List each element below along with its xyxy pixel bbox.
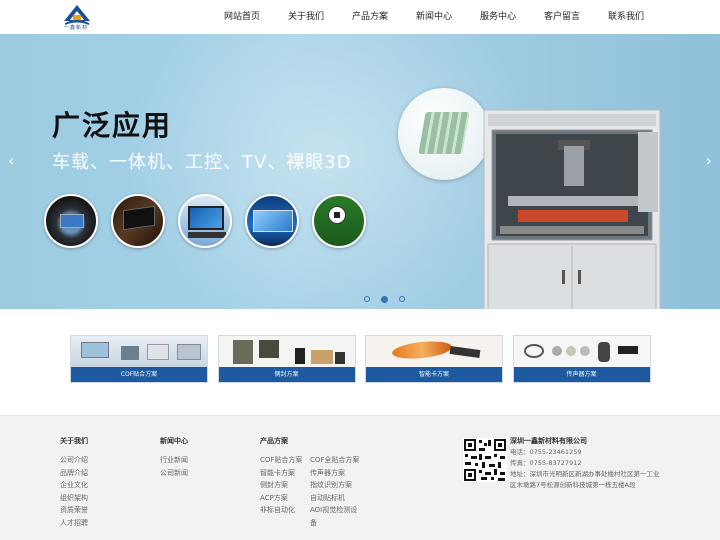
application-circles (44, 194, 379, 248)
product-card-label: 传声器方案 (513, 367, 650, 382)
product-card-microphone[interactable]: 传声器方案 (512, 335, 651, 383)
footer-about-column: 关于我们 公司介绍 品牌介绍 企业文化 组织架构 资质荣誉 人才招聘 (60, 436, 88, 529)
footer-link[interactable]: COF贴合方案 (260, 454, 302, 467)
site-header: 一鑫新材 网站首页 关于我们 产品方案 新闻中心 服务中心 客户留言 联系我们 (0, 0, 720, 34)
footer-link[interactable]: COF全贴合方案 (310, 454, 359, 467)
banner-dot-3[interactable] (399, 296, 405, 302)
side-seal-product-image (218, 336, 355, 367)
footer-link[interactable]: 资质荣誉 (60, 504, 88, 517)
company-phone: 电话：0755-23461259 (510, 448, 582, 456)
hero-banner: 广泛应用 车载、一体机、工控、TV、裸眼3D ‹ › (0, 34, 720, 309)
main-nav: 网站首页 关于我们 产品方案 新闻中心 服务中心 客户留言 联系我们 (210, 0, 658, 34)
company-address: 地址：深圳市光明新区新湖办事处楼村社区第一工业区木墩路7号松源创新科技城第一栋五… (510, 470, 660, 489)
nav-news[interactable]: 新闻中心 (402, 0, 466, 34)
footer-link[interactable]: 自动贴标机 (310, 492, 359, 505)
nav-products[interactable]: 产品方案 (338, 0, 402, 34)
footer-link[interactable]: 品牌介绍 (60, 467, 88, 480)
car-dashboard-image (44, 194, 98, 248)
banner-title: 广泛应用 (52, 109, 173, 142)
footer-link[interactable]: 侧封方案 (260, 479, 302, 492)
site-footer: 关于我们 公司介绍 品牌介绍 企业文化 组织架构 资质荣誉 人才招聘 新闻中心 … (0, 415, 720, 540)
footer-link[interactable]: 传声器方案 (310, 467, 359, 480)
footer-link[interactable]: 组织架构 (60, 492, 88, 505)
logo-caption: 一鑫新材 (64, 25, 89, 31)
nav-about[interactable]: 关于我们 (274, 0, 338, 34)
nav-service[interactable]: 服务中心 (466, 0, 530, 34)
banner-dot-2[interactable] (381, 296, 388, 303)
banner-prev-arrow[interactable]: ‹ (8, 151, 14, 170)
product-card-label: 侧封方案 (218, 367, 355, 382)
product-card-label: COF贴合方案 (71, 367, 207, 382)
footer-link[interactable]: 企业文化 (60, 479, 88, 492)
footer-solutions-title: 产品方案 (260, 437, 288, 445)
footer-link[interactable]: 公司新闻 (160, 467, 188, 480)
banner-pagination (364, 296, 416, 303)
footer-link[interactable]: 行业新闻 (160, 454, 188, 467)
qr-code (463, 438, 507, 482)
bonding-machine-image (483, 109, 661, 309)
company-name: 深圳一鑫新材料有限公司 (510, 437, 587, 445)
footer-solutions-column-2: COF全贴合方案 传声器方案 指纹识别方案 自动贴标机 AOI视觉检测设 备 (310, 454, 359, 529)
windows-monitor-image (178, 194, 232, 248)
banner-subtitle: 车载、一体机、工控、TV、裸眼3D (52, 152, 352, 173)
product-solutions: COF贴合方案 侧封方案 智能卡方案 传声器方案 (70, 335, 660, 383)
footer-link[interactable]: ACP方案 (260, 492, 302, 505)
film-sample-bubble (398, 88, 490, 180)
soccer-3d-tv-image (312, 194, 366, 248)
microphone-product-image (513, 336, 650, 367)
banner-next-arrow[interactable]: › (706, 151, 712, 170)
nav-home[interactable]: 网站首页 (210, 0, 274, 34)
footer-solutions-column: 产品方案 COF贴合方案 智能卡方案 侧封方案 ACP方案 非标自动化 (260, 436, 302, 517)
product-card-cof[interactable]: COF贴合方案 (70, 335, 208, 383)
smart-card-product-image (366, 336, 502, 367)
footer-link[interactable]: 非标自动化 (260, 504, 302, 517)
product-card-label: 智能卡方案 (366, 367, 502, 382)
nav-contact[interactable]: 联系我们 (594, 0, 658, 34)
footer-link[interactable]: 公司介绍 (60, 454, 88, 467)
product-card-smart-card[interactable]: 智能卡方案 (365, 335, 503, 383)
footer-news-title: 新闻中心 (160, 437, 188, 445)
footer-contact: 深圳一鑫新材料有限公司 电话：0755-23461259 传真：0755-837… (510, 436, 660, 491)
footer-link[interactable]: 人才招聘 (60, 517, 88, 530)
footer-link[interactable]: 备 (310, 517, 359, 530)
footer-about-title: 关于我们 (60, 437, 88, 445)
tv-display-image (245, 194, 299, 248)
product-card-side-seal[interactable]: 侧封方案 (217, 335, 356, 383)
banner-dot-1[interactable] (364, 296, 370, 302)
footer-link[interactable]: 指纹识别方案 (310, 479, 359, 492)
all-in-one-pc-image (111, 194, 165, 248)
cof-product-image (71, 336, 207, 367)
footer-news-column: 新闻中心 行业新闻 公司新闻 (160, 436, 188, 479)
nav-guestbook[interactable]: 客户留言 (530, 0, 594, 34)
company-fax: 传真：0755-83727912 (510, 459, 582, 467)
footer-link[interactable]: AOI视觉检测设 (310, 504, 359, 517)
footer-link[interactable]: 智能卡方案 (260, 467, 302, 480)
